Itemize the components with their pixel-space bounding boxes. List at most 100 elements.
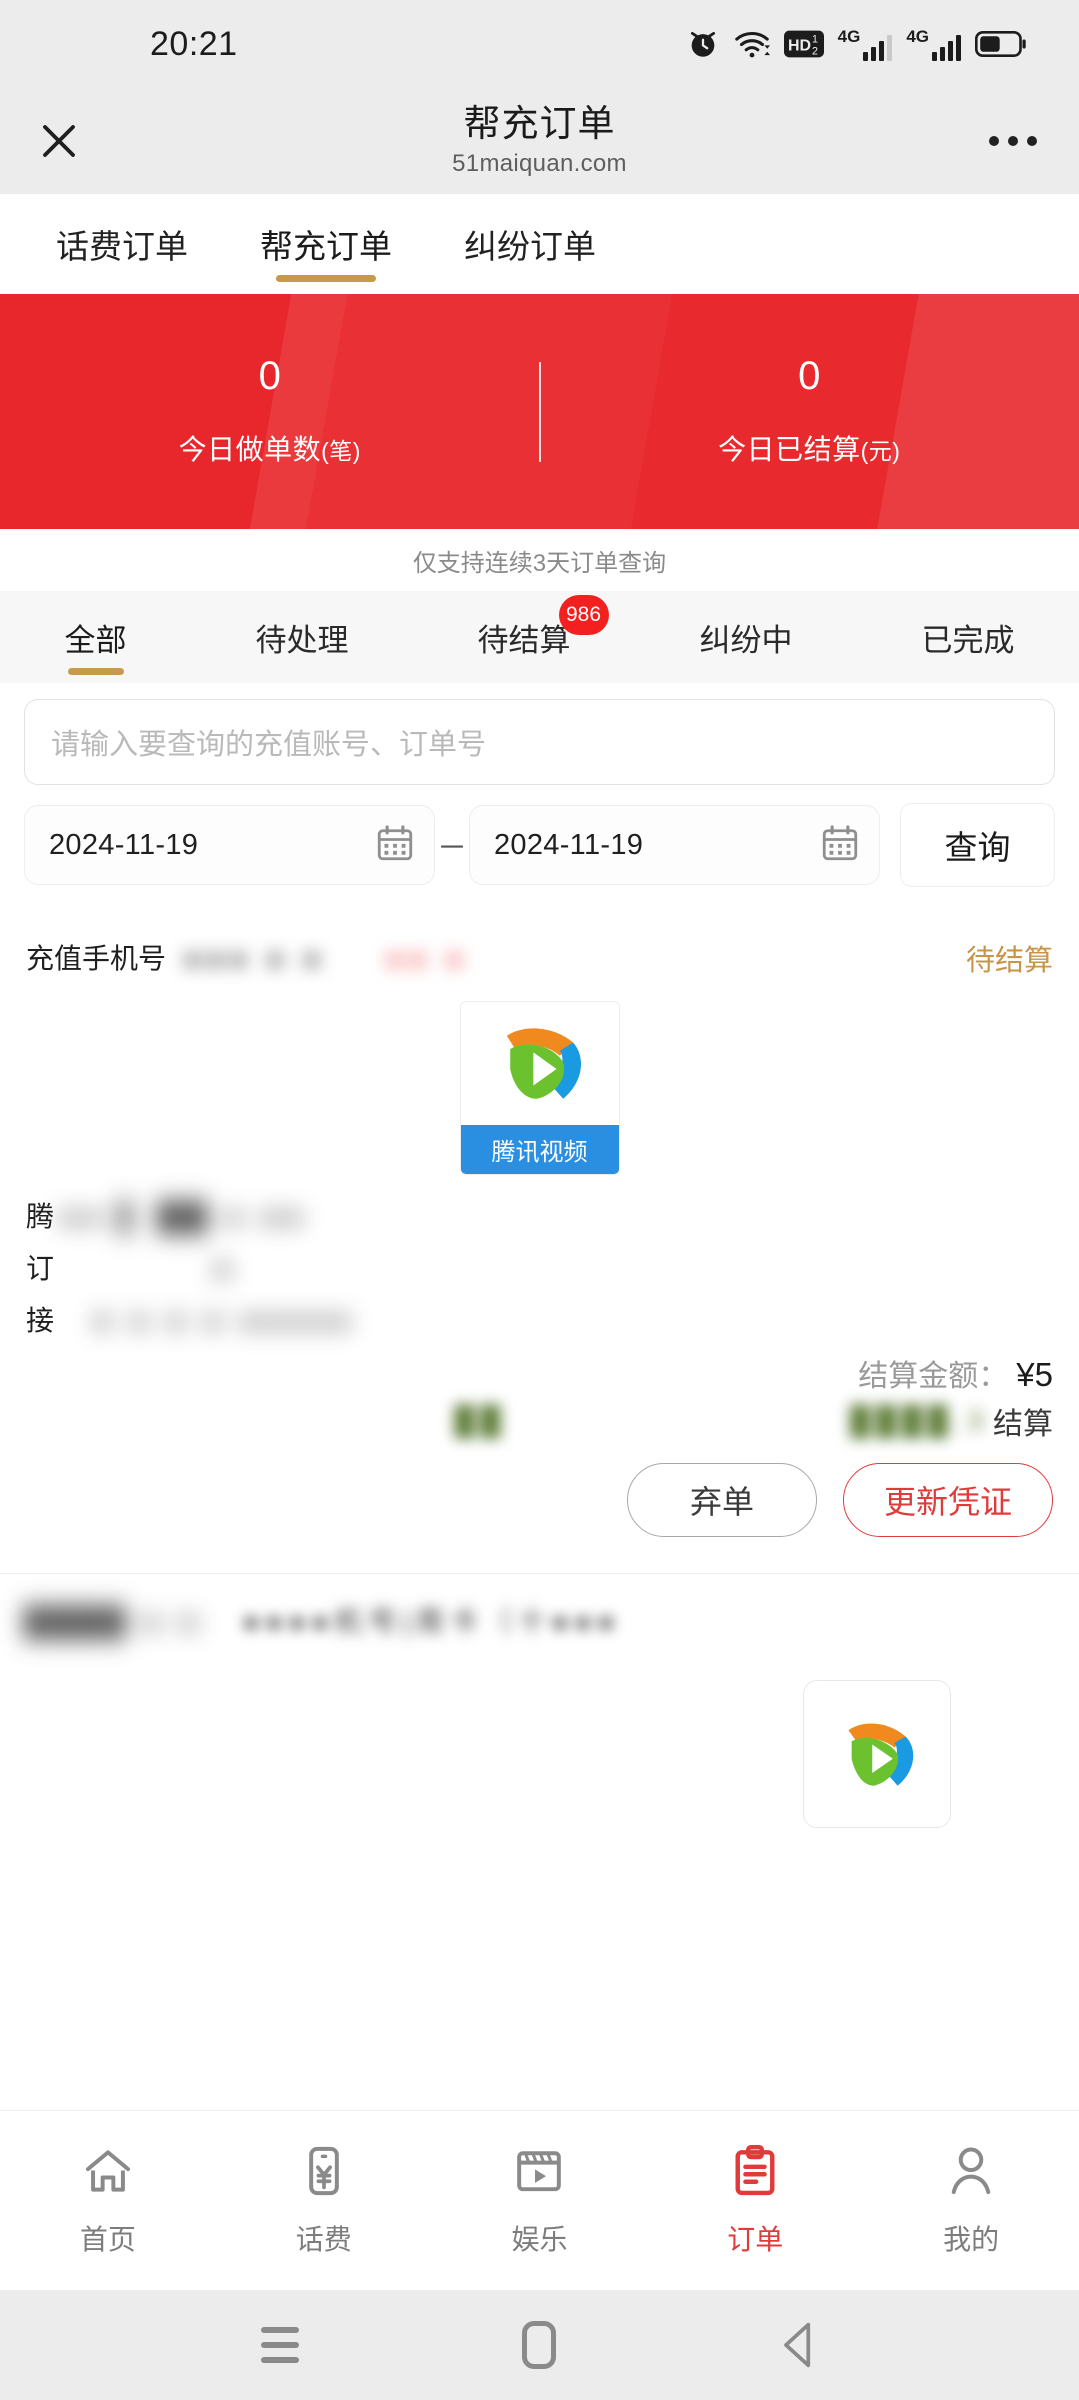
more-icon[interactable] [989,136,1037,146]
calendar-icon[interactable] [374,822,416,869]
tab-jiufen-orders[interactable]: 纠纷订单 [428,194,632,294]
bottom-nav-home[interactable]: 首页 [0,2143,216,2258]
status-badge: 986 [558,595,609,635]
bottom-nav-label: 我的 [943,2224,1000,2255]
tencent-video-logo-card [803,1680,951,1828]
svg-text:1: 1 [812,34,818,46]
order-detail-label: 订 [26,1253,55,1284]
recents-icon[interactable] [250,2315,310,2375]
tencent-video-logo [461,1002,619,1125]
order-list: 待结算 充值手机号 ●●● ● ● ●● ● 腾讯视频 腾 ●● ▌ ██ ● … [0,909,1079,1849]
bottom-nav-label: 话费 [295,2224,352,2255]
filter-tab-dispute[interactable]: 纠纷中 [690,591,803,683]
order-action-buttons: 弃单 更新凭证 [26,1453,1053,1563]
status-bar-time: 20:21 [150,24,238,63]
date-from-field[interactable]: 2024-11-19 [24,805,435,885]
status-bar-icons: HD 1 2 4G 4G [686,27,1027,61]
stat-value: 0 [258,353,281,398]
order-phone-label: 充值手机号 [26,943,167,974]
bottom-nav-huafei[interactable]: 话费 [216,2143,432,2258]
settle-label: 结算 [993,1408,1053,1441]
stat-today-orders: 0 今日做单数(笔) [0,356,540,468]
page-subtitle-url: 51maiquan.com [452,150,627,178]
query-button[interactable]: 查询 [900,803,1055,887]
filter-tab-pending[interactable]: 待处理 [246,591,359,683]
settlement-amount-row: 结算金额： ¥5 [26,1339,1053,1399]
bottom-nav-orders[interactable]: 订单 [647,2143,863,2258]
filter-tab-completed[interactable]: 已完成 [912,591,1025,683]
order-status-badge: 待结算 [965,945,1053,977]
order-phone-value: ●●● ● ● [184,943,327,974]
home-icon [80,2143,136,2204]
signal-label-1: 4G [837,26,861,46]
clipboard-icon [727,2143,783,2204]
order-detail-row-3: 接 ● ● ● ● ●●●●● [26,1299,1053,1339]
page-title: 帮充订单 [463,102,616,144]
stat-label: 今日已结算(元) [540,428,1079,468]
bottom-nav-entertainment[interactable]: 娱乐 [432,2143,648,2258]
settlement-amount-value: ¥5 [1016,1356,1053,1393]
bottom-nav-mine[interactable]: 我的 [863,2143,1079,2258]
order-label-masked: ████ ● ● [26,1606,203,1637]
query-range-hint: 仅支持连续3天订单查询 [0,529,1079,591]
order-card[interactable]: ████ ● ● ●●●●机号|周卡（十●●● [0,1573,1079,1849]
search-input[interactable]: 请输入要查询的充值账号、订单号 [24,699,1055,785]
signal-label-2: 4G [906,26,929,46]
order-phone-row: 充值手机号 ●●● ● ● ●● ● [26,931,1053,977]
filter-tab-to-settle[interactable]: 待结算 986 [468,591,609,683]
order-detail-label: 接 [26,1305,55,1336]
update-voucher-button[interactable]: 更新凭证 [842,1463,1053,1537]
tab-huafei-orders[interactable]: 话费订单 [20,194,224,294]
tencent-video-logo-card: 腾讯视频 [459,1001,620,1175]
stat-label-unit: (笔) [321,437,361,464]
media-play-icon [511,2143,567,2204]
tab-label: 帮充订单 [260,228,392,265]
search-placeholder: 请输入要查询的充值账号、订单号 [51,729,487,761]
filter-tab-label: 待处理 [255,622,349,658]
order-detail-value: ● ● ● ● ●●●●● [94,1305,356,1336]
order-filter-tabs: 全部 待处理 待结算 986 纠纷中 已完成 [0,591,1079,683]
order-detail-value: ●● ▌ ██ ● ●● [60,1201,308,1232]
order-value-masked: ●●●●机号|周卡（十●●● [242,1606,621,1637]
tencent-video-logo [848,1723,914,1786]
close-icon[interactable] [35,117,83,165]
settle-time-row: ██ ████.3 结算 [26,1399,1053,1453]
tab-bangchong-orders[interactable]: 帮充订单 [224,194,428,294]
phone-screen: 20:21 HD 1 2 4G 4G 帮充订单 51maiquan.com 话费… [0,0,1079,2400]
back-triangle-icon[interactable] [769,2315,829,2375]
wifi-icon [734,29,770,59]
banner-divider [538,361,541,462]
svg-text:2: 2 [812,46,818,58]
home-square-icon[interactable] [509,2315,569,2375]
bottom-nav-label: 首页 [79,2224,136,2255]
stat-today-settled: 0 今日已结算(元) [540,356,1079,468]
phone-yen-icon [296,2143,352,2204]
order-card[interactable]: 待结算 充值手机号 ●●● ● ● ●● ● 腾讯视频 腾 ●● ▌ ██ ● … [0,909,1079,1573]
tab-label: 话费订单 [56,228,188,265]
app-header: 帮充订单 51maiquan.com [0,88,1079,194]
filter-tab-all[interactable]: 全部 [55,591,137,683]
status-bar: 20:21 HD 1 2 4G 4G [0,0,1079,88]
top-tab-bar: 话费订单 帮充订单 纠纷订单 [0,194,1079,294]
android-nav-bar [0,2290,1079,2400]
alarm-icon [686,27,720,61]
order-detail-row-1: 腾 ●● ▌ ██ ● ●● [26,1195,1053,1235]
stat-label: 今日做单数(笔) [0,428,540,468]
bottom-nav-label: 娱乐 [511,2224,568,2255]
filter-tab-label: 全部 [64,622,127,658]
date-range-row: 2024-11-19 － 2024-11-19 查询 [24,803,1055,887]
bottom-nav-bar: 首页 话费 娱乐 订单 我的 [0,2110,1079,2290]
abandon-order-button[interactable]: 弃单 [626,1463,817,1537]
order-title-row: ████ ● ● ●●●●机号|周卡（十●●● [26,1600,1053,1640]
header-title-block: 帮充订单 51maiquan.com [0,102,1079,179]
calendar-icon[interactable] [819,822,861,869]
date-to-field[interactable]: 2024-11-19 [469,805,880,885]
signal-4g-icon-2: 4G [906,28,961,61]
settle-value-masked: ████.3 [850,1405,989,1436]
order-extra-value: ●● ● [386,943,469,974]
stat-label-text: 今日做单数 [178,433,322,465]
order-detail-value: ● [214,1253,237,1284]
tab-label: 纠纷订单 [464,228,596,265]
filter-tab-label: 待结算 [477,622,571,658]
search-zone: 请输入要查询的充值账号、订单号 2024-11-19 － 2024-11-19 … [0,683,1079,909]
